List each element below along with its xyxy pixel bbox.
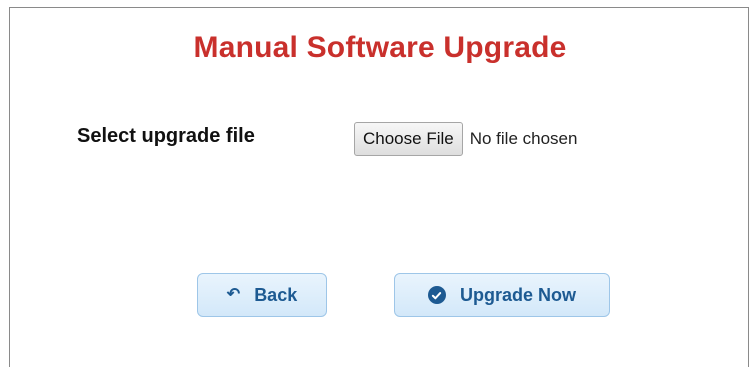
page-title: Manual Software Upgrade (193, 31, 567, 64)
upgrade-panel: Manual Software Upgrade Select upgrade f… (9, 7, 749, 367)
upgrade-file-label: Select upgrade file (77, 125, 255, 147)
upgrade-now-button[interactable]: Upgrade Now (394, 273, 610, 317)
back-arrow-icon: ↶ (226, 286, 241, 303)
file-status-text: No file chosen (469, 129, 578, 148)
back-button-label: Back (254, 284, 298, 305)
choose-file-button[interactable]: Choose File (354, 122, 463, 156)
upgrade-now-label: Upgrade Now (459, 284, 576, 305)
back-button[interactable]: ↶ Back (197, 273, 327, 317)
check-circle-icon (427, 286, 446, 304)
file-input[interactable]: Choose File No file chosen (354, 122, 577, 156)
